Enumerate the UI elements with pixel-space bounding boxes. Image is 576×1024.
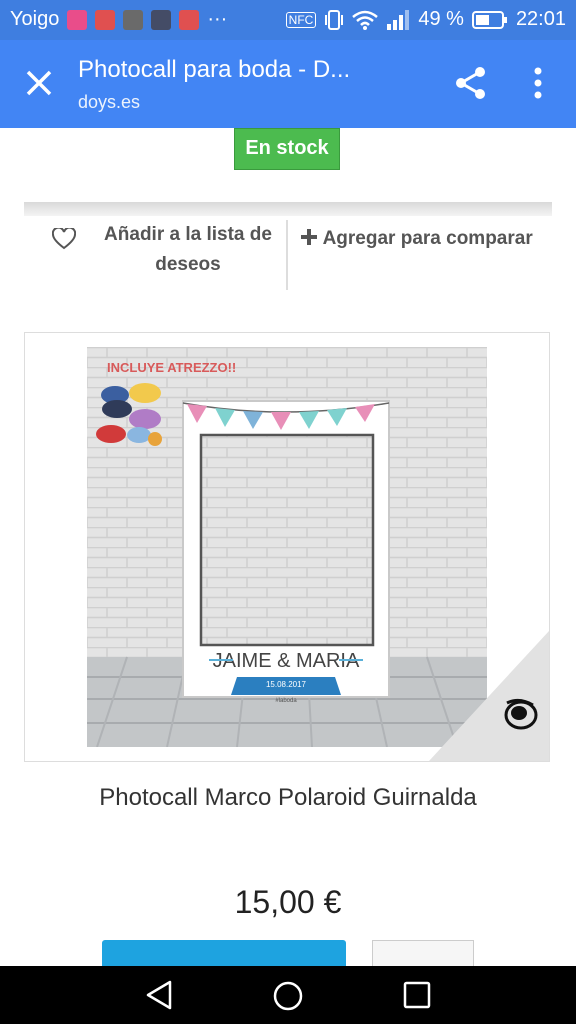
product-price: 15,00 € — [234, 884, 342, 920]
battery-percent: 49 % — [418, 8, 464, 30]
more-vert-icon[interactable] — [528, 66, 548, 100]
product-name[interactable]: Photocall Marco Polaroid Guirnalda — [0, 784, 576, 812]
music-app-icon — [67, 9, 88, 30]
image-app-icon — [151, 9, 172, 30]
plus-icon — [301, 229, 317, 245]
vibrate-icon — [325, 9, 344, 30]
page-domain: doys.es — [78, 92, 141, 112]
notification-app-icon — [95, 9, 116, 30]
wishlist-link[interactable]: Añadir a la lista de deseos — [48, 220, 288, 280]
page-title: Photocall para boda - D... — [78, 56, 351, 83]
compare-link[interactable]: Agregar para comparar — [300, 220, 552, 258]
product-actions: Añadir a la lista de deseos Agregar para… — [24, 220, 552, 300]
share-icon[interactable] — [454, 66, 488, 100]
compare-label: Agregar para comparar — [322, 228, 533, 249]
browser-toolbar: Photocall para boda - D... doys.es — [0, 40, 576, 128]
image-hashtag: #laboda — [275, 698, 297, 704]
recents-icon[interactable] — [402, 980, 432, 1010]
page-content: En stock Añadir a la lista de deseos Agr… — [0, 128, 576, 966]
gallery-app-icon — [123, 9, 144, 30]
back-icon[interactable] — [144, 980, 174, 1010]
heart-icon — [52, 228, 76, 250]
nfc-icon: NFC — [285, 11, 317, 28]
product-image-frame[interactable]: INCLUYE ATREZZO!! JAIME & MARIA 15.08.20… — [24, 332, 550, 762]
navigation-bar — [0, 966, 576, 1024]
notification-app-icon-2 — [179, 9, 200, 30]
actions-divider — [286, 220, 288, 290]
signal-icon — [387, 9, 410, 30]
zoom-corner[interactable] — [429, 631, 549, 761]
clock: 22:01 — [515, 8, 566, 30]
product-image[interactable]: INCLUYE ATREZZO!! JAIME & MARIA 15.08.20… — [87, 347, 487, 747]
battery-icon — [471, 10, 507, 29]
carrier-label: Yoigo — [10, 8, 60, 30]
wifi-icon — [352, 10, 379, 30]
overflow-indicator: ··· — [207, 8, 228, 30]
image-date: 15.08.2017 — [266, 680, 307, 689]
stock-badge: En stock — [234, 128, 340, 170]
more-button[interactable] — [372, 940, 474, 966]
status-bar: Yoigo ··· NFC 49 % 22:01 — [0, 0, 576, 40]
image-header-text: INCLUYE ATREZZO!! — [107, 360, 236, 375]
close-icon[interactable] — [24, 68, 54, 98]
home-icon[interactable] — [272, 980, 304, 1012]
section-divider — [24, 202, 552, 216]
image-couple-names: JAIME & MARIA — [213, 650, 360, 672]
wishlist-label: Añadir a la lista de deseos — [104, 224, 272, 275]
add-to-cart-button[interactable] — [102, 940, 346, 966]
